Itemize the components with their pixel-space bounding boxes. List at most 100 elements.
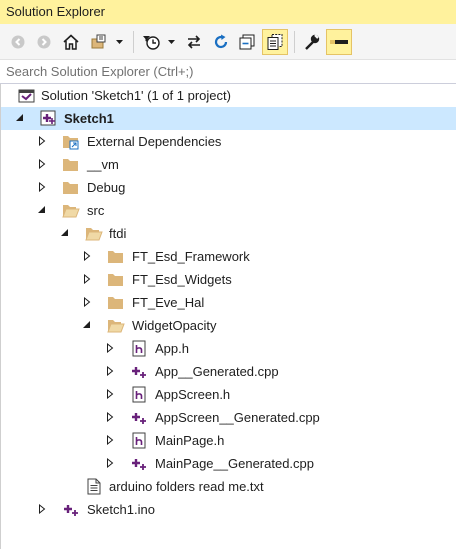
collapsed-arrow-icon[interactable] <box>37 182 47 192</box>
open-folder-icon <box>85 228 103 241</box>
collapsed-arrow-icon[interactable] <box>82 297 92 307</box>
tree-row-ft-esd-framework-folder[interactable]: FT_Esd_Framework <box>1 245 456 268</box>
header-file-icon <box>132 386 146 403</box>
tree-row-ft-esd-widgets-folder[interactable]: FT_Esd_Widgets <box>1 268 456 291</box>
properties-icon <box>305 34 320 50</box>
tree-item-label: FT_Esd_Framework <box>132 249 250 264</box>
folder-icon <box>108 297 123 309</box>
collapsed-arrow-icon[interactable] <box>105 343 115 353</box>
collapsed-arrow-icon[interactable] <box>37 159 47 169</box>
expanded-arrow-icon[interactable] <box>37 205 47 215</box>
search-input[interactable] <box>0 60 446 82</box>
tree-row-ft-eve-hal-folder[interactable]: FT_Eve_Hal <box>1 291 456 314</box>
cpp-file-icon <box>132 459 146 470</box>
toolbar-separator <box>133 31 134 53</box>
tree-item-label: FT_Esd_Widgets <box>132 272 232 287</box>
refresh-icon <box>214 34 228 49</box>
home-button[interactable] <box>60 29 82 55</box>
folder-icon <box>63 182 78 194</box>
tree-row-external-dependencies[interactable]: External Dependencies <box>1 130 456 153</box>
header-file-icon <box>132 340 146 357</box>
collapsed-arrow-icon[interactable] <box>82 251 92 261</box>
refresh-button[interactable] <box>209 29 233 55</box>
collapsed-arrow-icon[interactable] <box>82 274 92 284</box>
tree-row-mainpage-generated-cpp[interactable]: MainPage__Generated.cpp <box>1 452 456 475</box>
back-button[interactable] <box>8 29 28 55</box>
cpp-file-icon <box>132 367 146 378</box>
sync-with-active-document-icon <box>187 35 201 49</box>
sync-with-active-document-button[interactable] <box>182 29 206 55</box>
tree-row-vm-folder[interactable]: __vm <box>1 153 456 176</box>
cpp-file-icon <box>64 505 78 516</box>
switch-views-icon <box>91 34 106 49</box>
tree-row-app-generated-cpp[interactable]: App__Generated.cpp <box>1 360 456 383</box>
tree-row-widgetopacity-folder[interactable]: WidgetOpacity <box>1 314 456 337</box>
toolbar-separator <box>294 31 295 53</box>
tree-item-label: External Dependencies <box>87 134 222 149</box>
tree-item-label: __vm <box>87 157 119 172</box>
forward-button[interactable] <box>34 29 54 55</box>
collapsed-arrow-icon[interactable] <box>105 389 115 399</box>
search-box[interactable] <box>0 60 456 84</box>
tree-row-src-folder[interactable]: src <box>1 199 456 222</box>
switch-views-button[interactable] <box>88 29 112 55</box>
tree-item-label: App.h <box>155 341 189 356</box>
tree-row-sketch1-ino[interactable]: Sketch1.ino <box>1 498 456 521</box>
collapse-all-button[interactable] <box>235 29 259 55</box>
project-label: Sketch1 <box>64 111 114 126</box>
collapsed-arrow-icon[interactable] <box>105 412 115 422</box>
back-icon <box>11 35 25 49</box>
solution-icon <box>18 89 35 103</box>
tree-item-label: MainPage__Generated.cpp <box>155 456 315 471</box>
switch-views-dropdown[interactable] <box>114 29 126 55</box>
tree-item-label: App__Generated.cpp <box>155 364 279 379</box>
tree-item-label: Debug <box>87 180 126 195</box>
tree-row-app-h[interactable]: App.h <box>1 337 456 360</box>
home-icon <box>63 34 79 50</box>
solution-label: Solution 'Sketch1' (1 of 1 project) <box>41 88 231 103</box>
show-all-files-icon <box>267 34 283 50</box>
tree-row-debug-folder[interactable]: Debug <box>1 176 456 199</box>
toolbar <box>0 24 456 60</box>
dropdown-arrow-icon <box>168 40 175 44</box>
open-folder-icon <box>107 320 125 333</box>
text-file-icon <box>87 478 101 495</box>
pending-changes-filter-icon <box>143 36 160 50</box>
tree-item-label: MainPage.h <box>155 433 225 448</box>
pending-changes-filter-button[interactable] <box>140 29 164 55</box>
tree-row-solution[interactable]: Solution 'Sketch1' (1 of 1 project) <box>1 84 456 107</box>
preview-selected-items-button[interactable] <box>326 29 352 55</box>
tree-row-appscreen-generated-cpp[interactable]: AppScreen__Generated.cpp <box>1 406 456 429</box>
collapsed-arrow-icon[interactable] <box>105 435 115 445</box>
collapsed-arrow-icon[interactable] <box>105 458 115 468</box>
pending-changes-dropdown[interactable] <box>166 29 178 55</box>
tree-row-readme-txt[interactable]: arduino folders read me.txt <box>1 475 456 498</box>
project-icon <box>40 110 56 126</box>
folder-icon <box>63 159 78 171</box>
tree-item-label: AppScreen__Generated.cpp <box>155 410 320 425</box>
open-folder-icon <box>62 205 80 218</box>
tree-row-mainpage-h[interactable]: MainPage.h <box>1 429 456 452</box>
tree-item-label: Sketch1.ino <box>87 502 155 517</box>
tree-row-project[interactable]: Sketch1 <box>1 107 456 130</box>
collapsed-arrow-icon[interactable] <box>37 504 47 514</box>
tree-row-appscreen-h[interactable]: AppScreen.h <box>1 383 456 406</box>
tree-item-label: FT_Eve_Hal <box>132 295 205 310</box>
tree-row-ftdi-folder[interactable]: ftdi <box>1 222 456 245</box>
solution-explorer-title: Solution Explorer <box>0 0 456 24</box>
dropdown-arrow-icon <box>116 40 123 44</box>
expanded-arrow-icon[interactable] <box>82 320 92 330</box>
expanded-arrow-icon[interactable] <box>60 228 70 238</box>
forward-icon <box>37 35 51 49</box>
collapse-all-icon <box>239 34 255 50</box>
expanded-arrow-icon[interactable] <box>15 113 25 123</box>
tree-item-label: src <box>87 203 105 218</box>
properties-button[interactable] <box>300 29 324 55</box>
collapsed-arrow-icon[interactable] <box>105 366 115 376</box>
folder-icon <box>108 274 123 286</box>
header-file-icon <box>132 432 146 449</box>
show-all-files-button[interactable] <box>262 29 288 55</box>
preview-selected-items-icon <box>330 40 348 44</box>
tree-item-label: AppScreen.h <box>155 387 231 402</box>
collapsed-arrow-icon[interactable] <box>37 136 47 146</box>
